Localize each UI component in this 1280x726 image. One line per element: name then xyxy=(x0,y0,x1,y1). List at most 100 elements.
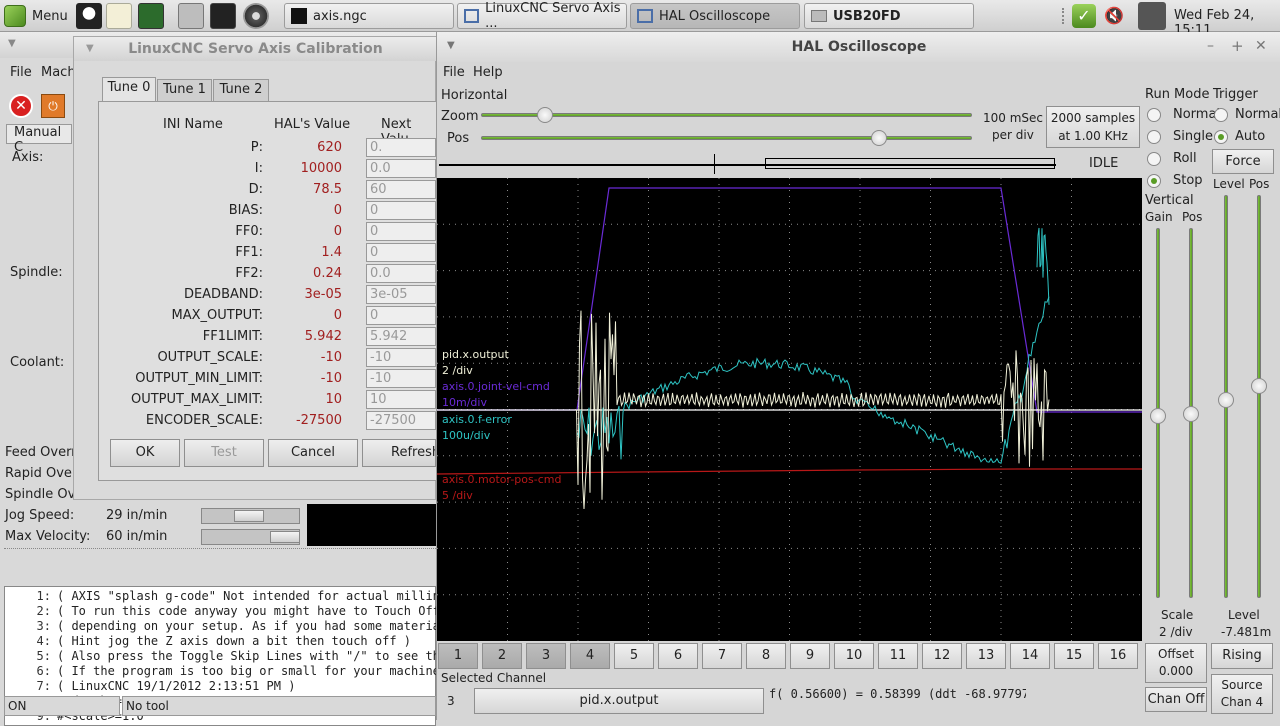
preview-panel[interactable] xyxy=(307,504,436,546)
machine-power-button[interactable]: ⏻ xyxy=(41,94,65,118)
rising-button[interactable]: Rising xyxy=(1211,643,1273,669)
gcode-line[interactable]: 6: ( If the program is too big or small f… xyxy=(5,664,440,679)
radio-button-icon[interactable] xyxy=(1214,108,1228,122)
trigger-mode-option[interactable]: Auto xyxy=(1214,129,1278,147)
parameter-next-value-field[interactable]: 0.0 xyxy=(366,264,436,283)
window-menu-icon[interactable]: ▼ xyxy=(86,43,94,54)
samples-button[interactable]: 2000 samples at 1.00 KHz xyxy=(1046,106,1140,148)
channel-button-3[interactable]: 3 xyxy=(526,643,566,669)
volume-muted-icon[interactable]: 🔇 xyxy=(1104,6,1130,26)
text-editor-launcher-icon[interactable] xyxy=(106,3,132,29)
parameter-next-value-field[interactable]: 3e-05 xyxy=(366,285,436,304)
parameter-next-value-field[interactable]: 0 xyxy=(366,306,436,325)
run-mode-option[interactable]: Single xyxy=(1147,129,1213,147)
gain-slider-knob[interactable] xyxy=(1150,408,1166,424)
trigger-pos-slider[interactable] xyxy=(1257,195,1261,598)
parameter-next-value-field[interactable]: 0 xyxy=(366,243,436,262)
vertical-pos-slider-knob[interactable] xyxy=(1183,406,1199,422)
task-hal-oscilloscope[interactable]: HAL Oscilloscope xyxy=(630,3,800,29)
window-menu-icon[interactable]: ▼ xyxy=(8,38,16,49)
test-button[interactable]: Test xyxy=(184,439,264,467)
terminal-launcher-icon[interactable] xyxy=(210,3,236,29)
channel-button-6[interactable]: 6 xyxy=(658,643,698,669)
tab-manual-control[interactable]: Manual C xyxy=(6,124,72,155)
scope-display[interactable]: pid.x.output 2 /div axis.0.joint-vel-cmd 10… xyxy=(436,178,1142,641)
chan-off-button[interactable]: Chan Off xyxy=(1145,687,1207,712)
media-launcher-icon[interactable] xyxy=(243,3,269,29)
zoom-slider-knob[interactable] xyxy=(536,107,553,123)
selected-channel-name-button[interactable]: pid.x.output xyxy=(474,688,764,714)
radio-button-icon[interactable] xyxy=(1214,130,1228,144)
channel-button-4[interactable]: 4 xyxy=(570,643,610,669)
jog-speed-slider-handle[interactable] xyxy=(234,510,264,522)
tab-tune-2[interactable]: Tune 2 xyxy=(213,79,269,101)
scope-menu-file[interactable]: File xyxy=(443,65,465,80)
task-calibration[interactable]: LinuxCNC Servo Axis ... xyxy=(457,1,627,31)
gcode-line[interactable]: 2: ( To run this code anyway you might ha… xyxy=(5,604,440,619)
tab-tune-0[interactable]: Tune 0 xyxy=(102,77,156,101)
zoom-slider[interactable] xyxy=(481,113,972,117)
trigger-pos-slider-knob[interactable] xyxy=(1251,378,1267,394)
parameter-next-value-field[interactable]: -10 xyxy=(366,348,436,367)
offset-button[interactable]: Offset 0.000 xyxy=(1145,643,1207,683)
minimize-icon[interactable]: – xyxy=(1207,38,1214,54)
pane-divider[interactable] xyxy=(4,548,436,552)
radio-button-icon[interactable] xyxy=(1147,130,1161,144)
menu-button[interactable]: Menu xyxy=(4,4,68,28)
axis-menu-machine[interactable]: Mach xyxy=(41,65,76,80)
channel-button-7[interactable]: 7 xyxy=(702,643,742,669)
position-slider[interactable] xyxy=(481,136,972,140)
parameter-next-value-field[interactable]: 0 xyxy=(366,222,436,241)
trigger-mode-option[interactable]: Normal xyxy=(1214,107,1280,125)
force-button[interactable]: Force xyxy=(1212,149,1274,174)
radio-button-icon[interactable] xyxy=(1147,152,1161,166)
task-axis[interactable]: axis.ngc xyxy=(284,3,454,29)
channel-button-2[interactable]: 2 xyxy=(482,643,522,669)
gcode-line[interactable]: 1: ( AXIS "splash g-code" Not intended fo… xyxy=(5,589,440,604)
run-mode-option[interactable]: Stop xyxy=(1147,173,1207,191)
refresh-button[interactable]: Refresh xyxy=(362,439,436,467)
channel-button-9[interactable]: 9 xyxy=(790,643,830,669)
max-velocity-slider-handle[interactable] xyxy=(270,531,300,543)
parameter-next-value-field[interactable]: 0.0 xyxy=(366,159,436,178)
parameter-next-value-field[interactable]: -10 xyxy=(366,369,436,388)
channel-button-16[interactable]: 16 xyxy=(1098,643,1138,669)
channel-button-12[interactable]: 12 xyxy=(922,643,962,669)
scope-menu-help[interactable]: Help xyxy=(473,65,503,80)
channel-button-1[interactable]: 1 xyxy=(438,643,478,669)
window-menu-icon[interactable]: ▼ xyxy=(447,40,455,51)
trigger-level-slider-knob[interactable] xyxy=(1218,392,1234,408)
channel-button-15[interactable]: 15 xyxy=(1054,643,1094,669)
channel-button-5[interactable]: 5 xyxy=(614,643,654,669)
task-usb-drive[interactable]: USB20FD xyxy=(804,3,974,29)
channel-button-13[interactable]: 13 xyxy=(966,643,1006,669)
gcode-line[interactable]: 3: ( depending on your setup. As if you h… xyxy=(5,619,440,634)
estop-button[interactable]: ✕ xyxy=(9,94,33,118)
channel-button-14[interactable]: 14 xyxy=(1010,643,1050,669)
close-icon[interactable]: ✕ xyxy=(1255,38,1267,54)
gcode-line[interactable]: 5: ( Also press the Toggle Skip Lines wit… xyxy=(5,649,440,664)
source-button[interactable]: Source Chan 4 xyxy=(1211,674,1273,714)
radio-button-icon[interactable] xyxy=(1147,108,1161,122)
maximize-icon[interactable]: + xyxy=(1231,37,1244,55)
network-disconnected-icon[interactable] xyxy=(1138,2,1166,30)
channel-button-10[interactable]: 10 xyxy=(834,643,874,669)
parameter-next-value-field[interactable]: 5.942 xyxy=(366,327,436,346)
channel-button-8[interactable]: 8 xyxy=(746,643,786,669)
run-mode-option[interactable]: Roll xyxy=(1147,151,1207,169)
desktop-launcher-icon[interactable] xyxy=(178,3,204,29)
channel-button-11[interactable]: 11 xyxy=(878,643,918,669)
parameter-next-value-field[interactable]: 0. xyxy=(366,138,436,157)
axis-menu-file[interactable]: File xyxy=(10,65,32,80)
gcode-line[interactable]: 7: ( LinuxCNC 19/1/2012 2:13:51 PM ) xyxy=(5,679,435,694)
parameter-next-value-field[interactable]: 0 xyxy=(366,201,436,220)
update-shield-icon[interactable]: ✓ xyxy=(1072,4,1096,28)
gcode-line[interactable]: 4: ( Hint jog the Z axis down a bit then … xyxy=(5,634,435,649)
run-mode-option[interactable]: Normal xyxy=(1147,107,1220,125)
terminal-window-launcher-icon[interactable] xyxy=(138,3,164,29)
tab-tune-1[interactable]: Tune 1 xyxy=(157,79,212,101)
parameter-next-value-field[interactable]: 60 xyxy=(366,180,436,199)
max-velocity-slider[interactable] xyxy=(201,529,300,545)
position-slider-knob[interactable] xyxy=(870,130,887,146)
parameter-next-value-field[interactable]: 10 xyxy=(366,390,436,409)
